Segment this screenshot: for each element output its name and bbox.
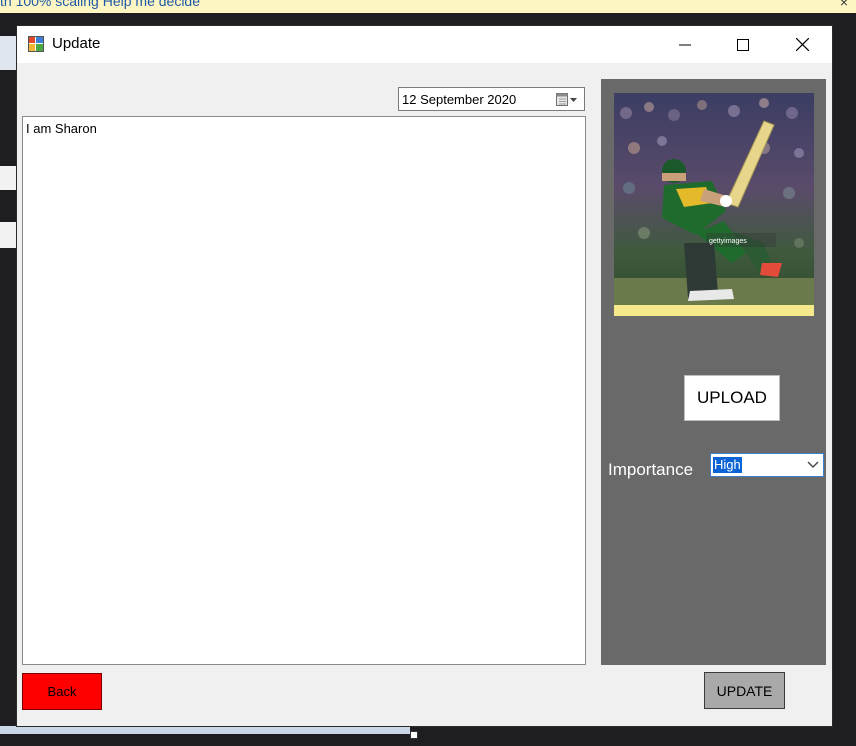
importance-select[interactable]: High [710, 453, 824, 477]
resize-handle[interactable] [410, 731, 418, 739]
minimize-button[interactable] [662, 26, 708, 63]
maximize-icon [737, 38, 749, 51]
back-button[interactable]: Back [22, 673, 102, 710]
uploaded-photo: gettyimages [614, 93, 814, 316]
minimize-icon [679, 44, 691, 45]
importance-label: Importance [608, 460, 694, 479]
background-window-edge [0, 26, 17, 726]
background-scrollbar [0, 726, 410, 734]
background-panel-block [0, 222, 17, 248]
background-panel-block [0, 36, 17, 70]
importance-selected-value: High [713, 457, 742, 473]
calendar-dropdown-icon[interactable] [556, 93, 578, 107]
date-value: 12 September 2020 [402, 92, 517, 107]
update-button[interactable]: UPDATE [704, 672, 785, 709]
background-infobar-text: th 100% scaling Help me decide [0, 0, 201, 9]
image-panel: gettyimages UPLOAD Importance High [601, 79, 826, 665]
app-icon [28, 36, 44, 52]
upload-button[interactable]: UPLOAD [684, 375, 780, 421]
background-infobar-close-icon[interactable]: × [840, 0, 848, 10]
close-button[interactable] [779, 26, 825, 63]
background-panel-block [0, 166, 17, 190]
window-title: Update [52, 35, 101, 52]
description-text: I am Sharon [26, 121, 97, 136]
cricket-player-image: gettyimages [614, 93, 814, 316]
description-textarea[interactable]: I am Sharon [22, 116, 586, 665]
update-window: Update 12 September 2020 I am Sharon get… [17, 26, 832, 726]
date-picker[interactable]: 12 September 2020 [398, 87, 585, 111]
watermark-text: gettyimages [709, 238, 747, 245]
maximize-button[interactable] [720, 26, 766, 63]
chevron-down-icon [807, 461, 819, 468]
title-bar[interactable]: Update [17, 26, 832, 63]
background-infobar: th 100% scaling Help me decide × [0, 0, 856, 13]
close-icon [795, 38, 809, 51]
